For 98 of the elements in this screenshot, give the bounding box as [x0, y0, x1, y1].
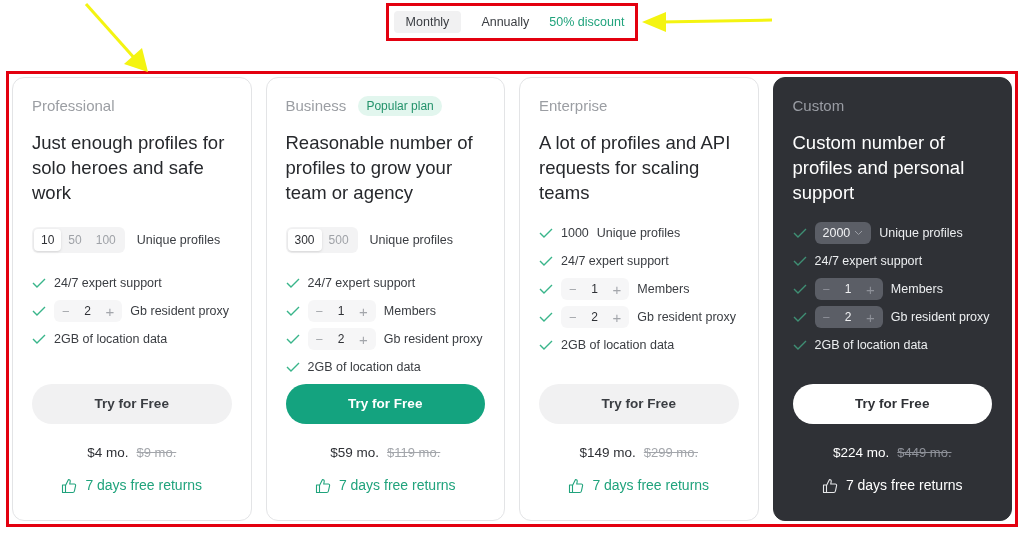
- check-icon: [539, 340, 553, 350]
- decrease-button[interactable]: −: [822, 282, 831, 296]
- old-price: $9 mo.: [136, 444, 177, 463]
- quantity-value: 1: [590, 281, 599, 298]
- returns-link[interactable]: 7 days free returns: [338, 475, 456, 496]
- increase-button[interactable]: +: [612, 281, 622, 297]
- check-icon: [792, 284, 807, 294]
- old-price: $299 mo.: [643, 444, 698, 463]
- profiles-label: Unique profiles: [136, 231, 221, 249]
- check-icon: [285, 362, 300, 372]
- feature-text: Unique profiles: [596, 224, 681, 242]
- feature-text: 24/7 expert support: [561, 252, 669, 270]
- thumbs-up-icon: [314, 477, 331, 494]
- thumbs-up-icon: [821, 477, 838, 494]
- check-icon: [285, 278, 300, 288]
- decrease-button[interactable]: −: [569, 282, 577, 296]
- feature-text: 24/7 expert support: [814, 252, 923, 270]
- check-icon: [539, 228, 553, 238]
- check-icon: [32, 334, 46, 344]
- plan-headline: Reasonable number of profiles to grow your team or agency: [285, 131, 474, 205]
- increase-button[interactable]: +: [359, 331, 368, 347]
- feature-text: Members: [383, 302, 436, 320]
- profile-count: 1000: [561, 224, 589, 242]
- returns-link[interactable]: 7 days free returns: [85, 475, 203, 496]
- returns-link[interactable]: 7 days free returns: [845, 475, 963, 496]
- decrease-button[interactable]: −: [62, 304, 70, 318]
- decrease-button[interactable]: −: [569, 310, 577, 324]
- billing-tab[interactable]: Monthly: [393, 11, 462, 33]
- increase-button[interactable]: +: [866, 281, 875, 297]
- feature-text: 2GB of location data: [814, 336, 928, 354]
- profiles-dropdown[interactable]: 2000: [814, 222, 872, 244]
- plan-name: Custom: [792, 95, 845, 116]
- quantity-value: 2: [336, 331, 346, 348]
- chevron-down-icon: [854, 230, 864, 236]
- profile-option[interactable]: 300: [287, 229, 322, 251]
- billing-tab[interactable]: Annually: [469, 11, 542, 33]
- check-icon: [792, 256, 807, 266]
- plan-headline: Custom number of profiles and personal support: [792, 131, 966, 205]
- try-free-button[interactable]: Try for Free: [285, 383, 485, 424]
- plan-price: $224 mo.: [833, 443, 890, 462]
- feature-text: Members: [890, 280, 943, 298]
- check-icon: [539, 284, 553, 294]
- discount-label: 50% discount: [549, 13, 626, 31]
- try-free-button[interactable]: Try for Free: [32, 383, 232, 424]
- feature-text: Unique profiles: [879, 224, 963, 242]
- increase-button[interactable]: +: [359, 303, 368, 319]
- increase-button[interactable]: +: [105, 303, 115, 319]
- feature-text: Members: [637, 280, 690, 298]
- annotation-arrow: [84, 2, 150, 74]
- profile-option[interactable]: 50: [61, 229, 89, 251]
- feature-text: Gb resident proxy: [637, 308, 737, 326]
- profile-option[interactable]: 500: [321, 229, 356, 251]
- decrease-button[interactable]: −: [315, 332, 324, 346]
- returns-link[interactable]: 7 days free returns: [592, 475, 710, 496]
- feature-text: 2GB of location data: [307, 358, 421, 376]
- increase-button[interactable]: +: [866, 309, 875, 325]
- plan-name: Business: [285, 95, 347, 116]
- plan-price: $4 mo.: [87, 443, 129, 462]
- check-icon: [285, 334, 300, 344]
- feature-text: Gb resident proxy: [890, 308, 990, 326]
- feature-text: Gb resident proxy: [130, 302, 230, 320]
- quantity-value: 2: [83, 303, 92, 320]
- profile-option[interactable]: 10: [34, 229, 62, 251]
- quantity-value: 1: [843, 281, 853, 298]
- thumbs-up-icon: [568, 477, 585, 494]
- feature-text: 24/7 expert support: [307, 274, 416, 292]
- old-price: $449 mo.: [897, 444, 952, 463]
- feature-text: 2GB of location data: [54, 330, 168, 348]
- check-icon: [539, 256, 553, 266]
- check-icon: [539, 312, 553, 322]
- feature-text: 2GB of location data: [561, 336, 675, 354]
- plan-badge: Popular plan: [358, 96, 442, 116]
- check-icon: [32, 278, 46, 288]
- quantity-value: 1: [336, 303, 346, 320]
- feature-text: Gb resident proxy: [383, 330, 483, 348]
- thumbs-up-icon: [61, 477, 78, 494]
- plan-headline: A lot of profiles and API requests for scaling teams: [539, 131, 732, 205]
- quantity-value: 2: [843, 309, 853, 326]
- plan-price: $59 mo.: [330, 443, 379, 462]
- check-icon: [285, 306, 300, 316]
- increase-button[interactable]: +: [612, 309, 622, 325]
- quantity-value: 2: [590, 309, 599, 326]
- check-icon: [32, 306, 46, 316]
- profile-option[interactable]: 100: [88, 229, 123, 251]
- check-icon: [792, 312, 807, 322]
- check-icon: [792, 340, 807, 350]
- check-icon: [792, 228, 807, 238]
- plan-name: Enterprise: [539, 95, 608, 116]
- plan-price: $149 mo.: [579, 443, 636, 462]
- profiles-label: Unique profiles: [369, 231, 453, 249]
- old-price: $119 mo.: [387, 444, 441, 463]
- decrease-button[interactable]: −: [315, 304, 324, 318]
- feature-text: 24/7 expert support: [54, 274, 162, 292]
- plan-headline: Just enough profiles for solo heroes and safe work: [32, 131, 226, 205]
- try-free-button[interactable]: Try for Free: [539, 383, 739, 424]
- decrease-button[interactable]: −: [822, 310, 831, 324]
- try-free-button[interactable]: Try for Free: [792, 383, 992, 424]
- plan-name: Professional: [32, 95, 115, 116]
